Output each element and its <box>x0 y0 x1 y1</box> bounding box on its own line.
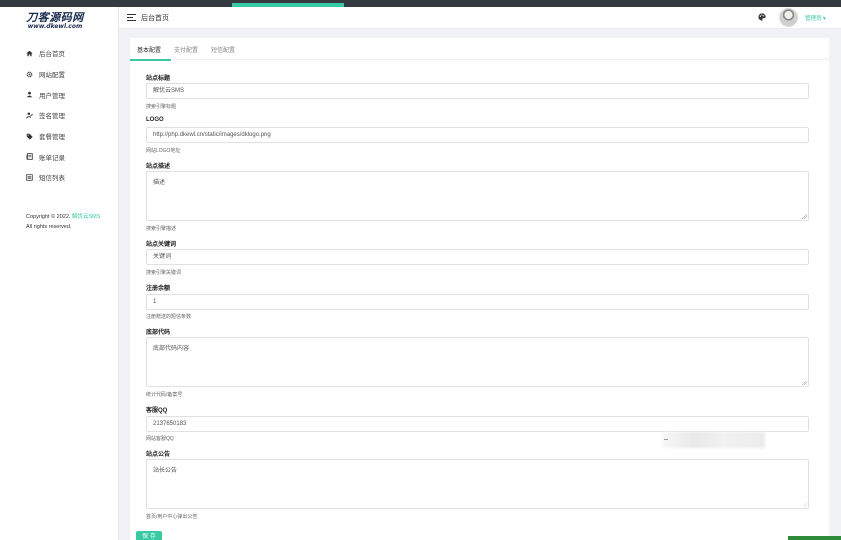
menu-toggle-icon[interactable] <box>127 14 136 21</box>
sidebar-item-signatures[interactable]: 签名管理 <box>0 105 118 126</box>
site-logo[interactable]: 刀客源码网 www.dkewl.com <box>0 7 118 35</box>
sidebar-item-label: 网站配置 <box>39 72 65 80</box>
admin-dropdown[interactable]: 管理员 ▾ <box>805 14 826 22</box>
service-qq-input[interactable]: 2137650183 <box>146 416 809 432</box>
sidebar-item-sms-list[interactable]: 短信列表 <box>0 167 118 188</box>
notice-help: 首页/用户中心弹出公告 <box>146 514 198 520</box>
site-title-input[interactable]: 解忧云SMS <box>146 83 809 99</box>
corner-widget[interactable] <box>788 536 841 540</box>
top-header: 后台首页 管理员 ▾ <box>119 7 841 29</box>
tag-icon <box>26 133 33 140</box>
register-balance-help: 注册赠送的短信条数 <box>146 314 192 320</box>
copyright-rights: All rights reserved. <box>26 223 72 230</box>
notice-label: 站点公告 <box>146 452 171 458</box>
user-icon <box>26 91 33 98</box>
sidebar-item-packages[interactable]: 套餐管理 <box>0 126 118 147</box>
sidebar: 刀客源码网 www.dkewl.com 后台首页 网站配置 用户管理 签名管理 … <box>0 7 119 540</box>
logo-url: www.dkewl.com <box>27 23 83 30</box>
list-icon <box>26 174 33 181</box>
tab-bar: 基本配置 支付配置 短信配置 <box>130 38 829 61</box>
page-title: 后台首页 <box>141 15 169 22</box>
home-icon <box>26 50 33 57</box>
sidebar-item-label: 用户管理 <box>39 92 65 100</box>
notice-textarea[interactable]: 站长公告 <box>146 459 809 509</box>
logo-label: LOGO <box>146 117 164 123</box>
keywords-input[interactable]: 关键词 <box>146 249 809 265</box>
register-balance-label: 注册余额 <box>146 286 171 292</box>
sidebar-menu: 后台首页 网站配置 用户管理 签名管理 套餐管理 账单记录 短信列表 <box>0 43 118 188</box>
copyright-text: Copyright © 2022. <box>26 213 71 220</box>
keywords-label: 站点关键词 <box>146 242 177 248</box>
tab-basic-config[interactable]: 基本配置 <box>137 45 161 54</box>
signature-icon <box>26 112 33 119</box>
bill-icon <box>26 153 33 161</box>
copyright: Copyright © 2022. 解忧云SMS All rights rese… <box>0 212 118 232</box>
copyright-link[interactable]: 解忧云SMS <box>72 214 100 220</box>
keywords-help: 搜索引擎关键词 <box>146 270 182 276</box>
logo-url-input[interactable]: http://php.dkewl.cn/static/images/dklogo… <box>146 127 809 143</box>
palette-icon[interactable] <box>758 13 766 21</box>
sidebar-item-label: 后台首页 <box>39 51 65 59</box>
description-help: 搜索引擎描述 <box>146 226 177 232</box>
sidebar-item-label: 短信列表 <box>39 175 65 183</box>
sidebar-item-label: 套餐管理 <box>39 134 65 142</box>
tab-sms-config[interactable]: 短信配置 <box>211 45 235 54</box>
top-strip <box>0 0 841 7</box>
sidebar-item-users[interactable]: 用户管理 <box>0 84 118 105</box>
footer-code-textarea[interactable]: 底部代码内容 <box>146 337 809 387</box>
footer-code-label: 底部代码 <box>146 330 171 336</box>
sidebar-item-label: 签名管理 <box>39 113 65 121</box>
site-title-help: 搜索引擎标题 <box>146 104 177 110</box>
footer-code-help: 统计代码/备案号 <box>146 392 183 398</box>
description-textarea[interactable]: 描述 <box>146 171 809 221</box>
resize-grip-icon[interactable] <box>802 214 807 219</box>
register-balance-input[interactable]: 1 <box>146 294 809 310</box>
sidebar-item-site-config[interactable]: 网站配置 <box>0 64 118 85</box>
service-qq-help: 网站客服QQ <box>146 436 174 442</box>
settings-card: 基本配置 支付配置 短信配置 站点标题 解忧云SMS 搜索引擎标题 LOGO h… <box>130 38 829 540</box>
avatar[interactable] <box>779 8 798 27</box>
blurred-dash <box>664 439 668 440</box>
save-button[interactable]: 保 存 <box>136 531 162 540</box>
sidebar-item-bills[interactable]: 账单记录 <box>0 146 118 167</box>
description-label: 站点描述 <box>146 164 171 170</box>
logo-help: 网站LOGO地址 <box>146 148 181 154</box>
footer-code-text: 底部代码内容 <box>153 346 190 352</box>
resize-grip-icon[interactable] <box>802 380 807 385</box>
notice-text: 站长公告 <box>153 468 178 474</box>
active-tab-indicator <box>130 59 171 61</box>
description-text: 描述 <box>153 180 166 186</box>
blurred-overlay <box>662 432 765 448</box>
logo-title: 刀客源码网 <box>26 11 84 24</box>
gear-icon <box>26 71 33 78</box>
sidebar-item-label: 账单记录 <box>39 154 65 162</box>
sidebar-item-home[interactable]: 后台首页 <box>0 43 118 64</box>
resize-grip-icon[interactable] <box>802 502 807 507</box>
tab-payment-config[interactable]: 支付配置 <box>174 45 198 54</box>
site-title-label: 站点标题 <box>146 76 171 82</box>
service-qq-label: 客服QQ <box>146 408 168 414</box>
